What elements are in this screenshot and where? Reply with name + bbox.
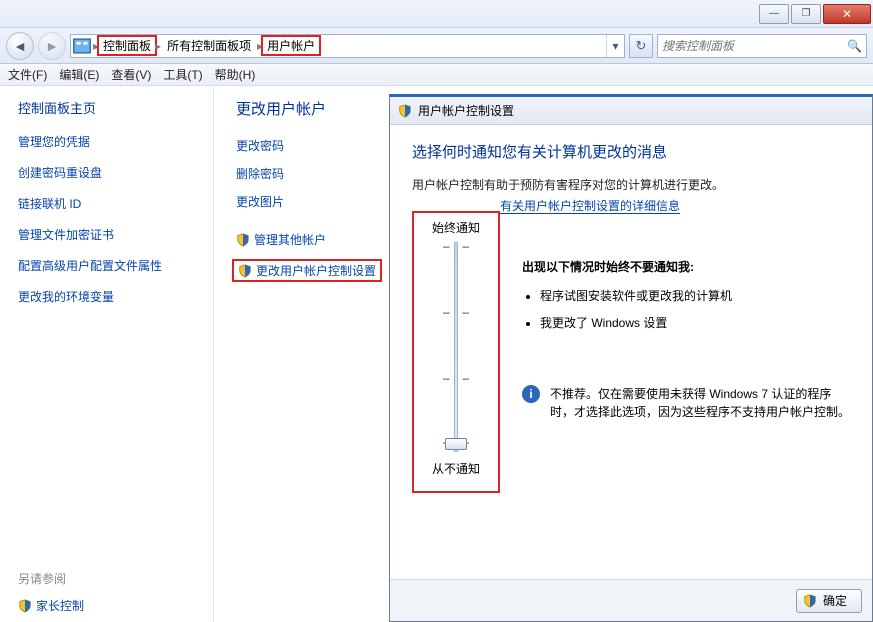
uac-settings-dialog: 用户帐户控制设置 选择何时通知您有关计算机更改的消息 用户帐户控制有助于预防有害… <box>389 94 873 622</box>
dialog-title: 用户帐户控制设置 <box>418 102 514 119</box>
info-icon: i <box>522 385 540 403</box>
menu-tools[interactable]: 工具(T) <box>163 66 202 83</box>
menu-view[interactable]: 查看(V) <box>111 66 151 83</box>
menu-edit[interactable]: 编辑(E) <box>59 66 99 83</box>
address-bar[interactable]: ▸ 控制面板 ▸ 所有控制面板项 ▸ 用户帐户 ▾ <box>70 34 625 58</box>
address-dropdown[interactable]: ▾ <box>606 35 624 57</box>
breadcrumb-control-panel[interactable]: 控制面板 <box>97 35 157 56</box>
sidebar-link-online-id[interactable]: 链接联机 ID <box>18 195 203 212</box>
slider-thumb[interactable] <box>445 438 467 450</box>
shield-icon <box>236 233 250 247</box>
search-input[interactable] <box>662 39 847 53</box>
search-box[interactable]: 🔍 <box>657 34 867 58</box>
level-bullet: 程序试图安装软件或更改我的计算机 <box>540 287 850 304</box>
sidebar: 控制面板主页 管理您的凭据 创建密码重设盘 链接联机 ID 管理文件加密证书 配… <box>0 86 214 622</box>
minimize-button[interactable]: — <box>759 4 789 24</box>
slider-top-label: 始终通知 <box>432 219 480 236</box>
link-label: 更改用户帐户控制设置 <box>256 262 376 279</box>
menu-file[interactable]: 文件(F) <box>8 66 47 83</box>
window-titlebar: — ❐ ✕ <box>0 0 873 28</box>
sidebar-link-parental[interactable]: 家长控制 <box>36 597 84 614</box>
dialog-heading: 选择何时通知您有关计算机更改的消息 <box>412 141 850 162</box>
link-uac-more-info[interactable]: 有关用户帐户控制设置的详细信息 <box>500 199 680 214</box>
info-panel: i 不推荐。仅在需要使用未获得 Windows 7 认证的程序时，才选择此选项，… <box>522 385 850 421</box>
menu-bar: 文件(F) 编辑(E) 查看(V) 工具(T) 帮助(H) <box>0 64 873 86</box>
breadcrumb-user-accounts[interactable]: 用户帐户 <box>261 35 321 56</box>
shield-icon <box>803 594 817 608</box>
level-title: 出现以下情况时始终不要通知我: <box>522 258 850 275</box>
uac-slider[interactable] <box>426 242 486 452</box>
uac-slider-box: 始终通知 从不通知 <box>412 211 500 493</box>
refresh-button[interactable]: ↻ <box>629 34 653 58</box>
close-button[interactable]: ✕ <box>823 4 871 24</box>
navigation-bar: ◄ ► ▸ 控制面板 ▸ 所有控制面板项 ▸ 用户帐户 ▾ ↻ 🔍 <box>0 28 873 64</box>
uac-level-description: 出现以下情况时始终不要通知我: 程序试图安装软件或更改我的计算机 我更改了 Wi… <box>522 258 850 331</box>
ok-button[interactable]: 确定 <box>796 589 862 613</box>
ok-label: 确定 <box>823 592 847 609</box>
sidebar-link-profile-props[interactable]: 配置高级用户配置文件属性 <box>18 257 203 274</box>
back-button[interactable]: ◄ <box>6 32 34 60</box>
control-panel-icon <box>71 35 93 57</box>
dialog-footer: 确定 <box>390 579 872 621</box>
shield-icon <box>238 264 252 278</box>
sidebar-heading: 控制面板主页 <box>18 98 203 117</box>
shield-icon <box>18 599 32 613</box>
link-label: 管理其他帐户 <box>254 231 326 248</box>
sidebar-see-also: 另请参阅 <box>18 570 203 587</box>
shield-icon <box>398 104 412 118</box>
link-change-uac-settings[interactable]: 更改用户帐户控制设置 <box>232 259 382 282</box>
breadcrumb-all-items[interactable]: 所有控制面板项 <box>161 37 257 54</box>
level-bullet: 我更改了 Windows 设置 <box>540 314 850 331</box>
info-text: 不推荐。仅在需要使用未获得 Windows 7 认证的程序时，才选择此选项，因为… <box>550 385 850 421</box>
slider-bottom-label: 从不通知 <box>432 460 480 477</box>
search-icon: 🔍 <box>847 39 862 53</box>
maximize-button[interactable]: ❐ <box>791 4 821 24</box>
sidebar-link-encryption-cert[interactable]: 管理文件加密证书 <box>18 226 203 243</box>
menu-help[interactable]: 帮助(H) <box>215 66 256 83</box>
sidebar-link-password-reset[interactable]: 创建密码重设盘 <box>18 164 203 181</box>
forward-button[interactable]: ► <box>38 32 66 60</box>
sidebar-link-env-vars[interactable]: 更改我的环境变量 <box>18 288 203 305</box>
dialog-description: 用户帐户控制有助于预防有害程序对您的计算机进行更改。 <box>412 176 850 193</box>
sidebar-link-credentials[interactable]: 管理您的凭据 <box>18 133 203 150</box>
dialog-titlebar: 用户帐户控制设置 <box>390 97 872 125</box>
